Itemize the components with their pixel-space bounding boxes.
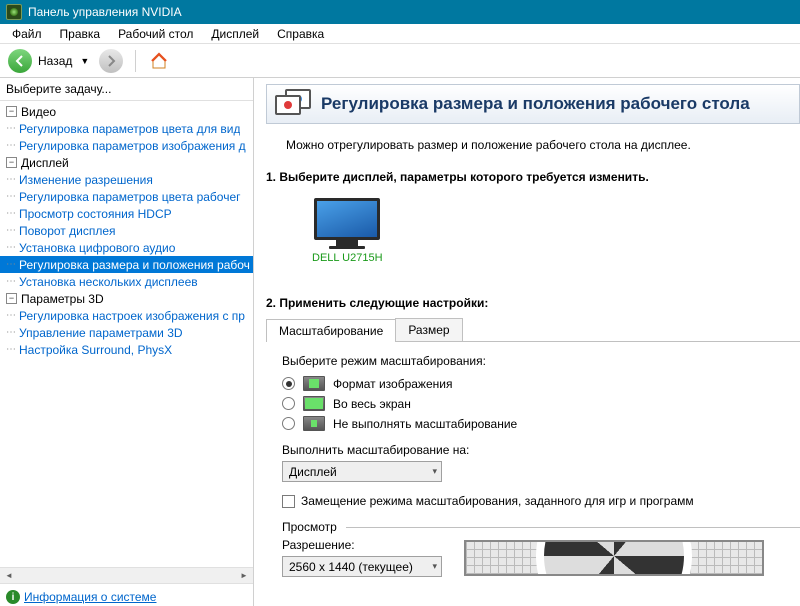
page-title: Регулировка размера и положения рабочего… [321, 94, 750, 114]
monitor-icon [314, 198, 380, 248]
aspect-icon [303, 376, 325, 391]
content-pane: Регулировка размера и положения рабочего… [254, 78, 800, 606]
sidebar-footer: i Информация о системе [0, 583, 253, 606]
step2-title: 2. Применить следующие настройки: [266, 296, 800, 310]
collapse-icon[interactable]: − [6, 157, 17, 168]
nvidia-icon [6, 4, 22, 20]
chevron-down-icon: ▾ [432, 561, 437, 572]
tree-cat-display[interactable]: −Дисплей [0, 154, 253, 171]
preview-graphic [464, 540, 764, 576]
tree-item[interactable]: ⋯Регулировка параметров цвета для вид [0, 120, 253, 137]
tree-item-selected[interactable]: ⋯Регулировка размера и положения рабоч [0, 256, 253, 273]
forward-button[interactable] [99, 49, 123, 73]
info-icon: i [6, 590, 20, 604]
menu-file[interactable]: Файл [4, 25, 50, 43]
menu-help[interactable]: Справка [269, 25, 332, 43]
radio-no-scaling[interactable]: Не выполнять масштабирование [282, 416, 800, 431]
window-title: Панель управления NVIDIA [28, 5, 182, 19]
resolution-select[interactable]: 2560 x 1440 (текущее) ▾ [282, 556, 442, 577]
tree-item[interactable]: ⋯Регулировка параметров изображения д [0, 137, 253, 154]
home-button[interactable] [148, 50, 170, 72]
checkbox-icon[interactable] [282, 495, 295, 508]
menubar: Файл Правка Рабочий стол Дисплей Справка [0, 24, 800, 44]
radio-icon[interactable] [282, 417, 295, 430]
section-apply-settings: 2. Применить следующие настройки: Масшта… [266, 288, 800, 577]
back-arrow-icon [14, 55, 26, 67]
scaling-mode-label: Выберите режим масштабирования: [282, 354, 800, 368]
tab-content-scaling: Выберите режим масштабирования: Формат и… [266, 342, 800, 577]
sidebar-header: Выберите задачу... [0, 78, 253, 101]
tree-item[interactable]: ⋯Просмотр состояния HDCP [0, 205, 253, 222]
page-intro: Можно отрегулировать размер и положение … [266, 124, 800, 162]
scroll-right-icon[interactable]: ► [237, 569, 251, 583]
override-checkbox-row[interactable]: Замещение режима масштабирования, заданн… [282, 494, 800, 508]
titlebar: Панель управления NVIDIA [0, 0, 800, 24]
chevron-down-icon: ▾ [432, 466, 437, 477]
section-select-display: 1. Выберите дисплей, параметры которого … [266, 162, 800, 270]
back-label[interactable]: Назад [38, 54, 72, 68]
menu-desktop[interactable]: Рабочий стол [110, 25, 201, 43]
tree-item[interactable]: ⋯Изменение разрешения [0, 171, 253, 188]
radio-icon[interactable] [282, 397, 295, 410]
tab-size[interactable]: Размер [395, 318, 462, 341]
task-tree: −Видео ⋯Регулировка параметров цвета для… [0, 101, 253, 567]
radio-fullscreen[interactable]: Во весь экран [282, 396, 800, 411]
radio-icon[interactable] [282, 377, 295, 390]
tab-scaling[interactable]: Масштабирование [266, 319, 396, 342]
toolbar: Назад ▼ [0, 44, 800, 78]
horizontal-scrollbar[interactable]: ◄ ► [0, 567, 253, 583]
display-name: DELL U2715H [312, 252, 383, 264]
step1-title: 1. Выберите дисплей, параметры которого … [266, 170, 800, 184]
page-header: Регулировка размера и положения рабочего… [266, 84, 800, 124]
collapse-icon[interactable]: − [6, 293, 17, 304]
preview-label: Просмотр [282, 520, 337, 534]
tree-item[interactable]: ⋯Управление параметрами 3D [0, 324, 253, 341]
tree-item[interactable]: ⋯Регулировка параметров цвета рабочег [0, 188, 253, 205]
back-button[interactable] [8, 49, 32, 73]
menu-edit[interactable]: Правка [52, 25, 109, 43]
perform-on-select[interactable]: Дисплей ▾ [282, 461, 442, 482]
tree-item[interactable]: ⋯Настройка Surround, PhysX [0, 341, 253, 358]
tree-item[interactable]: ⋯Установка цифрового аудио [0, 239, 253, 256]
resolution-label: Разрешение: [282, 538, 442, 552]
radio-aspect[interactable]: Формат изображения [282, 376, 800, 391]
menu-display[interactable]: Дисплей [203, 25, 267, 43]
forward-arrow-icon [105, 55, 117, 67]
tree-cat-3d[interactable]: −Параметры 3D [0, 290, 253, 307]
display-item[interactable]: DELL U2715H [306, 192, 389, 270]
scroll-left-icon[interactable]: ◄ [2, 569, 16, 583]
sidebar: Выберите задачу... −Видео ⋯Регулировка п… [0, 78, 254, 606]
tree-item[interactable]: ⋯Регулировка настроек изображения с пр [0, 307, 253, 324]
collapse-icon[interactable]: − [6, 106, 17, 117]
tree-item[interactable]: ⋯Установка нескольких дисплеев [0, 273, 253, 290]
system-info-link[interactable]: Информация о системе [24, 590, 156, 604]
tree-item[interactable]: ⋯Поворот дисплея [0, 222, 253, 239]
tabs: Масштабирование Размер [266, 318, 800, 342]
divider [346, 527, 800, 528]
fullscreen-icon [303, 396, 325, 411]
no-scaling-icon [303, 416, 325, 431]
home-icon [150, 52, 168, 70]
toolbar-divider [135, 50, 136, 72]
displays-icon [275, 89, 311, 119]
tree-cat-video[interactable]: −Видео [0, 103, 253, 120]
back-dropdown[interactable]: ▼ [80, 56, 89, 66]
perform-on-label: Выполнить масштабирование на: [282, 443, 800, 457]
